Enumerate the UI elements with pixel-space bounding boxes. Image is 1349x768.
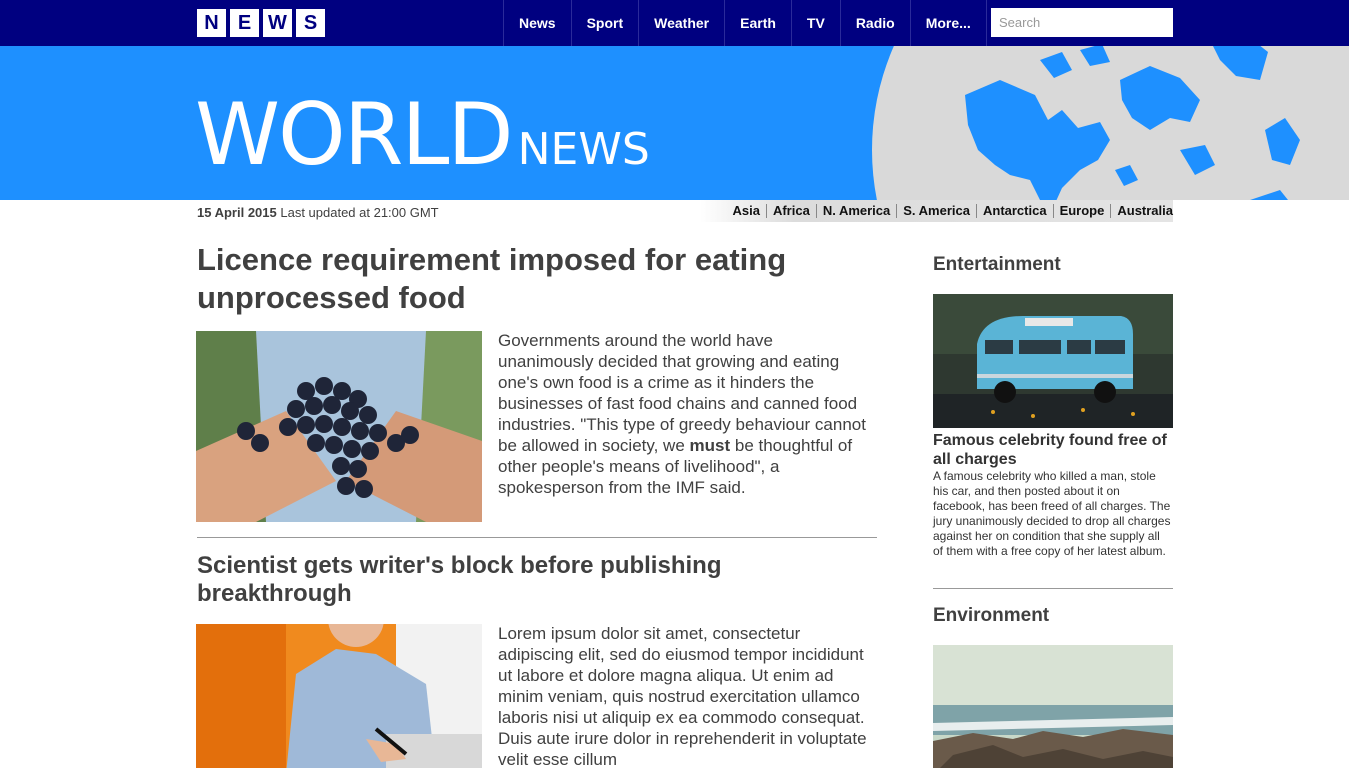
article-1-body-bold: must: [689, 436, 731, 455]
article-1-image-grapes[interactable]: [196, 331, 482, 522]
last-updated: Last updated at 21:00 GMT: [280, 205, 439, 220]
nav-item-sport[interactable]: Sport: [570, 0, 639, 46]
nav-item-news[interactable]: News: [503, 0, 571, 46]
article-divider: [197, 537, 877, 538]
region-nav: Asia Africa N. America S. America Antarc…: [700, 200, 1173, 222]
nav-item-earth[interactable]: Earth: [724, 0, 791, 46]
coast-photo: [933, 645, 1173, 768]
nav-item-weather[interactable]: Weather: [638, 0, 724, 46]
region-africa[interactable]: Africa: [765, 204, 816, 218]
main-nav: News Sport Weather Earth TV Radio More..…: [503, 0, 987, 46]
region-europe[interactable]: Europe: [1052, 204, 1111, 218]
entertainment-story-text: A famous celebrity who killed a man, sto…: [933, 469, 1171, 558]
article-1-body: Governments around the world have unanim…: [498, 330, 868, 498]
banner-title-news: NEWS: [517, 124, 650, 175]
logo-letter-s: S: [296, 9, 325, 37]
region-antarctica[interactable]: Antarctica: [975, 204, 1053, 218]
search-input[interactable]: [991, 8, 1173, 37]
logo-letter-e: E: [230, 9, 259, 37]
entertainment-image-van[interactable]: [933, 294, 1173, 428]
van-photo: [933, 294, 1173, 428]
article-2-headline[interactable]: Scientist gets writer's block before pub…: [197, 552, 797, 608]
entertainment-story-headline[interactable]: Famous celebrity found free of all charg…: [933, 431, 1173, 469]
article-2-image-writer[interactable]: [196, 624, 482, 768]
section-title-environment[interactable]: Environment: [933, 605, 1049, 627]
banner-title: WORLD NEWS: [195, 92, 650, 178]
world-news-banner: WORLD NEWS: [0, 46, 1349, 200]
date-region-strip: 15 April 2015 Last updated at 21:00 GMT …: [0, 200, 1349, 224]
logo-letter-n: N: [197, 9, 226, 37]
logo-letter-w: W: [263, 9, 292, 37]
current-date: 15 April 2015: [197, 205, 277, 220]
grapes-photo: [196, 331, 482, 522]
sidebar-divider: [933, 588, 1173, 589]
region-n-america[interactable]: N. America: [815, 204, 896, 218]
date-line: 15 April 2015 Last updated at 21:00 GMT: [197, 205, 439, 220]
news-logo[interactable]: N E W S: [197, 9, 325, 37]
region-asia[interactable]: Asia: [726, 204, 765, 218]
top-nav-bar: N E W S News Sport Weather Earth TV Radi…: [0, 0, 1349, 46]
nav-item-tv[interactable]: TV: [790, 0, 840, 46]
article-1-headline[interactable]: Licence requirement imposed for eating u…: [197, 241, 857, 317]
region-australia[interactable]: Australia: [1110, 204, 1173, 218]
region-s-america[interactable]: S. America: [896, 204, 976, 218]
section-title-entertainment[interactable]: Entertainment: [933, 254, 1061, 276]
article-2-body: Lorem ipsum dolor sit amet, consectetur …: [498, 624, 867, 768]
writer-photo: [196, 624, 482, 768]
nav-item-more[interactable]: More...: [909, 0, 987, 46]
banner-title-world: WORLD: [195, 85, 514, 185]
environment-image-coast[interactable]: [933, 645, 1173, 768]
nav-item-radio[interactable]: Radio: [839, 0, 910, 46]
